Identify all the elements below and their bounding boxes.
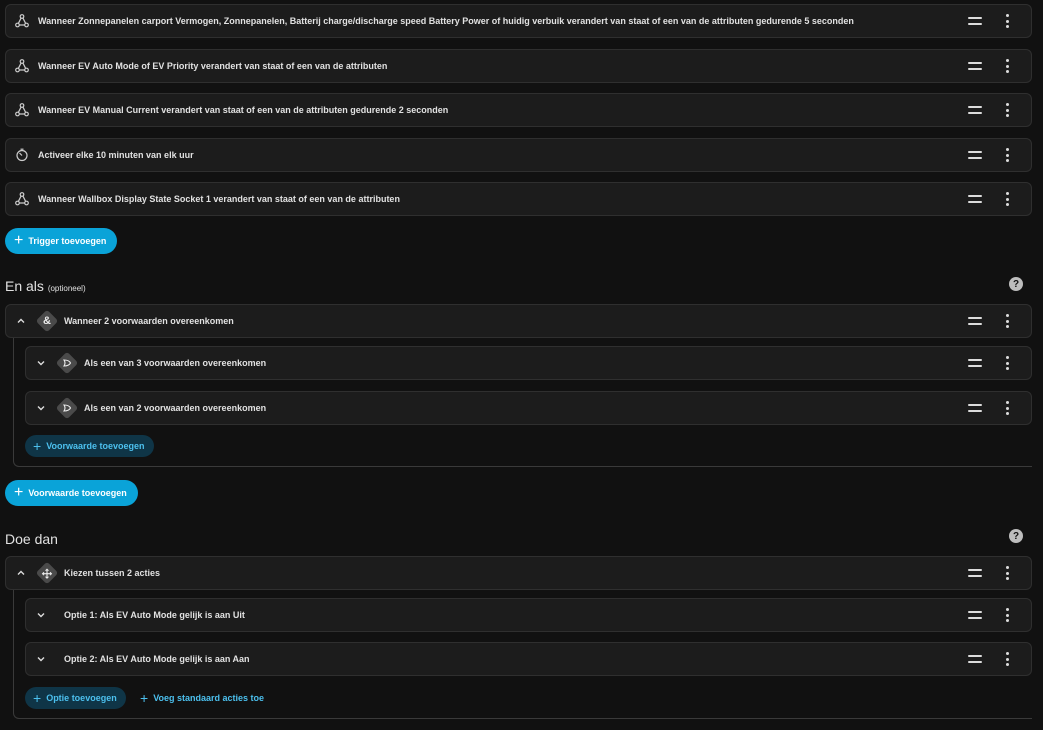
add-trigger-label: Trigger toevoegen bbox=[28, 236, 107, 246]
option-label: Optie 2: Als EV Auto Mode gelijk is aan … bbox=[64, 654, 250, 664]
chevron-down-icon[interactable] bbox=[32, 354, 50, 372]
more-options-icon[interactable] bbox=[1002, 148, 1012, 162]
add-trigger-button[interactable]: + Trigger toevoegen bbox=[5, 228, 118, 254]
drag-handle-icon[interactable] bbox=[968, 317, 982, 325]
more-options-icon[interactable] bbox=[1002, 566, 1012, 580]
conditions-subtitle: (optioneel) bbox=[47, 284, 86, 293]
trigger-label: Wanneer Wallbox Display State Socket 1 v… bbox=[38, 194, 400, 204]
trigger-label: Wanneer Zonnepanelen carport Vermogen, Z… bbox=[38, 16, 854, 26]
more-options-icon[interactable] bbox=[1002, 401, 1012, 415]
option-row[interactable]: Optie 2: Als EV Auto Mode gelijk is aan … bbox=[25, 642, 1032, 676]
trigger-row[interactable]: Wanneer Zonnepanelen carport Vermogen, Z… bbox=[5, 4, 1032, 38]
chevron-down-icon[interactable] bbox=[32, 399, 50, 417]
choose-action-icon bbox=[35, 561, 59, 585]
option-row[interactable]: Optie 1: Als EV Auto Mode gelijk is aan … bbox=[25, 598, 1032, 632]
condition-label: Als een van 2 voorwaarden overeenkomen bbox=[84, 403, 267, 413]
chevron-up-icon[interactable] bbox=[12, 564, 30, 582]
add-condition-label: Voorwaarde toevoegen bbox=[28, 488, 127, 498]
more-options-icon[interactable] bbox=[1002, 103, 1012, 117]
drag-handle-icon[interactable] bbox=[968, 359, 982, 367]
drag-handle-icon[interactable] bbox=[968, 611, 982, 619]
drag-handle-icon[interactable] bbox=[968, 195, 982, 203]
trigger-row[interactable]: Activeer elke 10 minuten van elk uur bbox=[5, 138, 1032, 172]
condition-label: Als een van 3 voorwaarden overeenkomen bbox=[84, 358, 267, 368]
trigger-label: Wanneer EV Auto Mode of EV Priority vera… bbox=[38, 61, 388, 71]
add-inner-condition-button[interactable]: + Voorwaarde toevoegen bbox=[25, 435, 154, 457]
action-group-row[interactable]: Kiezen tussen 2 acties bbox=[5, 556, 1032, 590]
condition-row[interactable]: Als een van 3 voorwaarden overeenkomen bbox=[25, 346, 1032, 380]
condition-row[interactable]: Als een van 2 voorwaarden overeenkomen bbox=[25, 391, 1032, 425]
plus-icon: + bbox=[14, 484, 24, 501]
conditions-title: En als bbox=[5, 278, 44, 294]
more-options-icon[interactable] bbox=[1002, 14, 1012, 28]
add-option-label: Optie toevoegen bbox=[46, 693, 117, 703]
drag-handle-icon[interactable] bbox=[968, 106, 982, 114]
plus-icon: + bbox=[14, 232, 24, 249]
drag-handle-icon[interactable] bbox=[968, 151, 982, 159]
actions-help-icon[interactable]: ? bbox=[1009, 529, 1023, 543]
add-default-actions-label: Voeg standaard acties toe bbox=[153, 693, 265, 703]
or-condition-icon bbox=[55, 396, 79, 420]
more-options-icon[interactable] bbox=[1002, 192, 1012, 206]
action-group-label: Kiezen tussen 2 acties bbox=[64, 568, 161, 578]
more-options-icon[interactable] bbox=[1002, 652, 1012, 666]
trigger-label: Wanneer EV Manual Current verandert van … bbox=[38, 105, 449, 115]
drag-handle-icon[interactable] bbox=[968, 655, 982, 663]
conditions-help-icon[interactable]: ? bbox=[1009, 277, 1023, 291]
drag-handle-icon[interactable] bbox=[968, 62, 982, 70]
state-trigger-icon bbox=[14, 13, 30, 29]
trigger-label: Activeer elke 10 minuten van elk uur bbox=[38, 150, 194, 160]
chevron-up-icon[interactable] bbox=[12, 312, 30, 330]
add-condition-button[interactable]: + Voorwaarde toevoegen bbox=[5, 480, 138, 506]
drag-handle-icon[interactable] bbox=[968, 404, 982, 412]
add-option-button[interactable]: + Optie toevoegen bbox=[25, 687, 126, 709]
more-options-icon[interactable] bbox=[1002, 59, 1012, 73]
option-label: Optie 1: Als EV Auto Mode gelijk is aan … bbox=[64, 610, 245, 620]
trigger-row[interactable]: Wanneer EV Manual Current verandert van … bbox=[5, 93, 1032, 127]
actions-section-title: Doe dan bbox=[5, 531, 58, 547]
state-trigger-icon bbox=[14, 191, 30, 207]
drag-handle-icon[interactable] bbox=[968, 569, 982, 577]
chevron-down-icon[interactable] bbox=[32, 650, 50, 668]
and-condition-icon: & bbox=[35, 309, 59, 333]
chevron-down-icon[interactable] bbox=[32, 606, 50, 624]
condition-group-label: Wanneer 2 voorwaarden overeenkomen bbox=[64, 316, 234, 326]
plus-icon: + bbox=[140, 690, 149, 706]
trigger-row[interactable]: Wanneer Wallbox Display State Socket 1 v… bbox=[5, 182, 1032, 216]
conditions-section-title: En als (optioneel) bbox=[5, 278, 86, 294]
add-default-actions-button[interactable]: + Voeg standaard acties toe bbox=[136, 687, 268, 709]
more-options-icon[interactable] bbox=[1002, 314, 1012, 328]
and-glyph: & bbox=[43, 314, 51, 327]
more-options-icon[interactable] bbox=[1002, 356, 1012, 370]
condition-group-row[interactable]: & Wanneer 2 voorwaarden overeenkomen bbox=[5, 304, 1032, 338]
more-options-icon[interactable] bbox=[1002, 608, 1012, 622]
trigger-row[interactable]: Wanneer EV Auto Mode of EV Priority vera… bbox=[5, 49, 1032, 83]
timer-icon bbox=[14, 147, 30, 163]
state-trigger-icon bbox=[14, 58, 30, 74]
drag-handle-icon[interactable] bbox=[968, 17, 982, 25]
or-condition-icon bbox=[55, 351, 79, 375]
state-trigger-icon bbox=[14, 102, 30, 118]
plus-icon: + bbox=[33, 438, 42, 454]
plus-icon: + bbox=[33, 690, 42, 706]
add-inner-condition-label: Voorwaarde toevoegen bbox=[46, 441, 145, 451]
